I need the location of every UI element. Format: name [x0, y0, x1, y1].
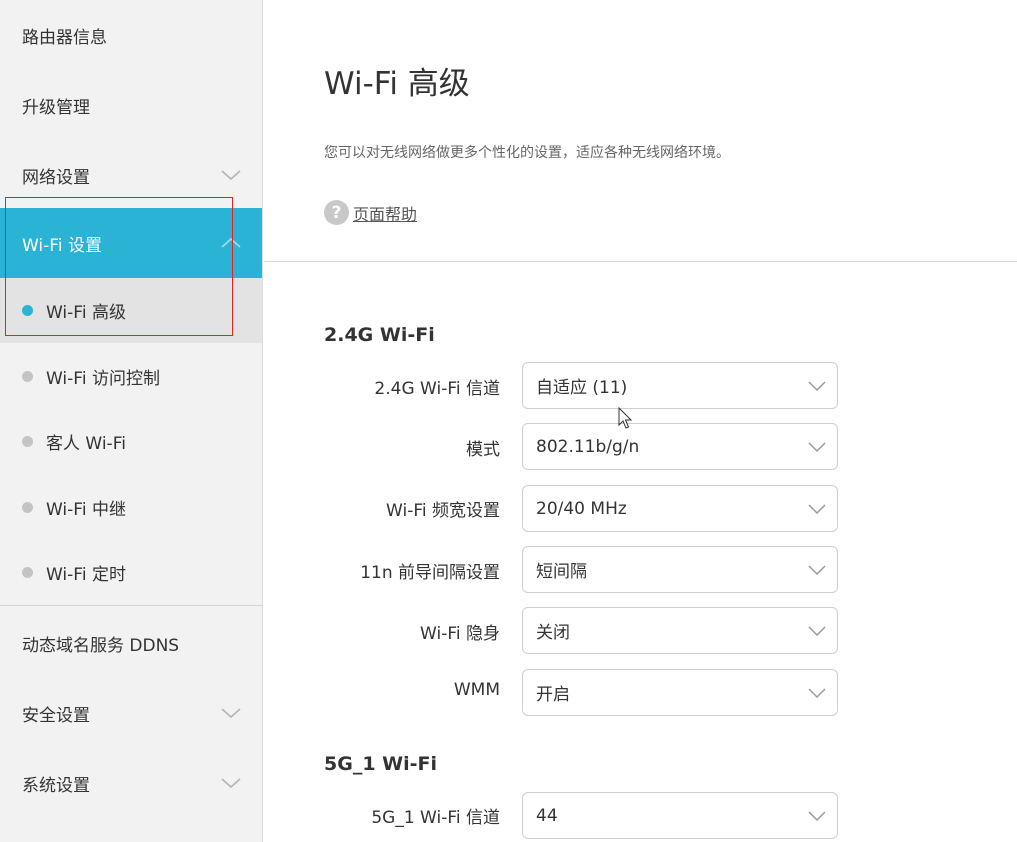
section-title-24g: 2.4G Wi-Fi: [324, 324, 435, 346]
select-value: 关闭: [536, 623, 570, 643]
sidebar: 路由器信息 升级管理 网络设置 Wi-Fi 设置 Wi-Fi 高级 Wi-Fi …: [0, 0, 263, 842]
field-label-wmm: WMM: [453, 680, 500, 700]
page-description: 您可以对无线网络做更多个性化的设置，适应各种无线网络环境。: [324, 145, 730, 161]
bullet-dot-icon: [22, 567, 33, 578]
field-label-bandwidth: Wi-Fi 频宽设置: [386, 501, 500, 521]
bullet-dot-icon: [22, 502, 33, 513]
sidebar-item-ddns[interactable]: 动态域名服务 DDNS: [0, 608, 262, 678]
chevron-down-icon: [808, 503, 826, 514]
section-title-5g: 5G_1 Wi-Fi: [324, 753, 437, 775]
select-guard-interval[interactable]: 短间隔: [522, 546, 838, 593]
sidebar-item-label: Wi-Fi 设置: [22, 235, 102, 256]
sidebar-subitem-wifi-schedule[interactable]: Wi-Fi 定时: [0, 540, 262, 605]
field-label-mode: 模式: [466, 440, 500, 460]
select-hidden-ssid[interactable]: 关闭: [522, 607, 838, 654]
header-divider: [264, 261, 1017, 262]
bullet-dot-icon: [22, 436, 33, 447]
select-mode[interactable]: 802.11b/g/n: [522, 423, 838, 470]
bullet-dot-icon: [22, 371, 33, 382]
page-title: Wi-Fi 高级: [324, 66, 470, 102]
select-value: 20/40 MHz: [536, 498, 627, 519]
sidebar-item-system[interactable]: 系统设置: [0, 748, 262, 818]
sidebar-subitem-label: Wi-Fi 中继: [46, 500, 126, 520]
sidebar-item-label: 安全设置: [22, 705, 90, 726]
select-5g-channel[interactable]: 44: [522, 792, 838, 839]
sidebar-item-label: 系统设置: [22, 775, 90, 796]
sidebar-item-upgrade[interactable]: 升级管理: [0, 70, 262, 140]
page-help-label[interactable]: 页面帮助: [353, 201, 417, 225]
sidebar-item-label: 网络设置: [22, 167, 90, 188]
sidebar-item-label: 动态域名服务 DDNS: [22, 635, 180, 656]
sidebar-subitem-label: Wi-Fi 高级: [46, 303, 126, 323]
sidebar-subitem-wifi-repeater[interactable]: Wi-Fi 中继: [0, 475, 262, 540]
app-window: 路由器信息 升级管理 网络设置 Wi-Fi 设置 Wi-Fi 高级 Wi-Fi …: [0, 0, 1017, 842]
sidebar-item-router-info[interactable]: 路由器信息: [0, 0, 262, 70]
sidebar-subitem-wifi-advanced[interactable]: Wi-Fi 高级: [0, 278, 262, 343]
select-value: 802.11b/g/n: [536, 436, 640, 457]
chevron-down-icon: [808, 441, 826, 452]
select-value: 短间隔: [536, 562, 587, 582]
sidebar-item-security[interactable]: 安全设置: [0, 678, 262, 748]
bullet-dot-icon: [22, 305, 33, 316]
field-label-24g-channel: 2.4G Wi-Fi 信道: [374, 379, 500, 399]
select-value: 开启: [536, 685, 570, 705]
page-help-link[interactable]: ? 页面帮助: [324, 200, 417, 225]
main-content: Wi-Fi 高级 您可以对无线网络做更多个性化的设置，适应各种无线网络环境。 ?…: [264, 0, 1017, 842]
chevron-up-icon: [221, 237, 241, 248]
chevron-down-icon: [221, 708, 241, 719]
select-24g-channel[interactable]: 自适应 (11): [522, 362, 838, 409]
chevron-down-icon: [221, 778, 241, 789]
chevron-down-icon: [808, 564, 826, 575]
select-bandwidth[interactable]: 20/40 MHz: [522, 485, 838, 532]
chevron-down-icon: [808, 687, 826, 698]
help-icon: ?: [324, 200, 349, 225]
sidebar-item-network[interactable]: 网络设置: [0, 140, 262, 210]
field-label-5g-channel: 5G_1 Wi-Fi 信道: [371, 808, 500, 828]
chevron-down-icon: [808, 625, 826, 636]
sidebar-item-label: 路由器信息: [22, 27, 107, 48]
field-label-guard-interval: 11n 前导间隔设置: [360, 563, 500, 583]
sidebar-subitem-label: Wi-Fi 访问控制: [46, 369, 160, 389]
sidebar-item-wifi-settings[interactable]: Wi-Fi 设置: [0, 208, 262, 278]
sidebar-subitem-guest-wifi[interactable]: 客人 Wi-Fi: [0, 409, 262, 474]
sidebar-divider: [0, 605, 262, 606]
select-value: 44: [536, 805, 558, 826]
select-value: 自适应 (11): [536, 378, 628, 398]
sidebar-subitem-label: Wi-Fi 定时: [46, 565, 126, 585]
select-wmm[interactable]: 开启: [522, 669, 838, 716]
field-label-hidden-ssid: Wi-Fi 隐身: [420, 624, 500, 644]
sidebar-subitem-label: 客人 Wi-Fi: [46, 434, 126, 454]
chevron-down-icon: [221, 170, 241, 181]
chevron-down-icon: [808, 380, 826, 391]
sidebar-subitem-wifi-access-control[interactable]: Wi-Fi 访问控制: [0, 344, 262, 409]
chevron-down-icon: [808, 810, 826, 821]
sidebar-item-label: 升级管理: [22, 97, 90, 118]
